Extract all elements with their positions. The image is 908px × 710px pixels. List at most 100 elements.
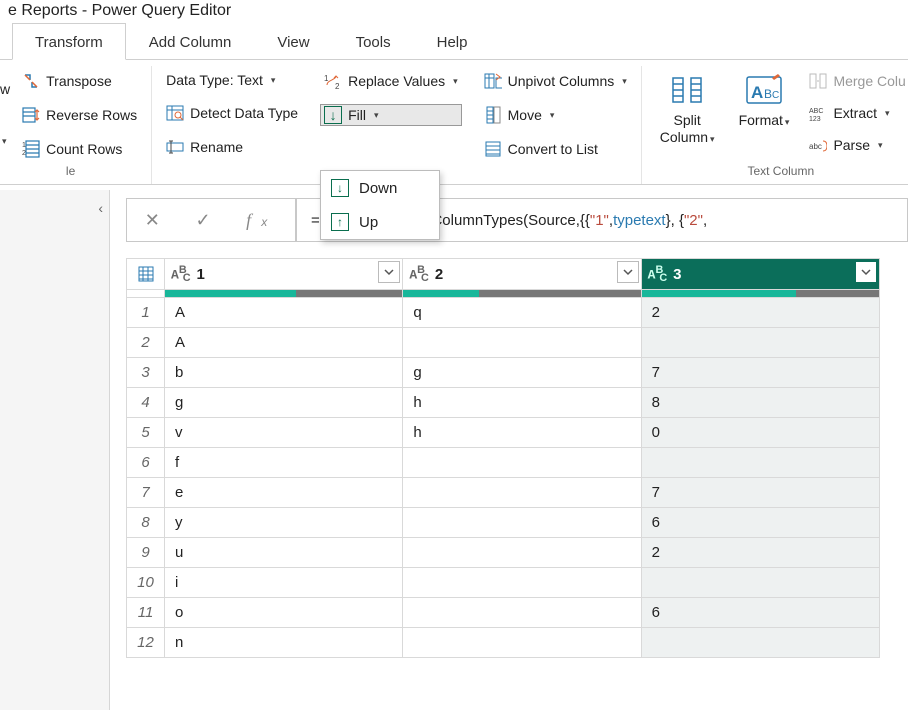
cell[interactable] xyxy=(403,598,641,628)
extract-button[interactable]: ABC123 Extract xyxy=(805,102,908,124)
accept-formula-icon[interactable]: ✓ xyxy=(185,210,220,231)
unpivot-columns-button[interactable]: Unpivot Columns xyxy=(480,70,631,92)
row-number[interactable]: 5 xyxy=(127,418,165,448)
cell[interactable] xyxy=(641,328,879,358)
row-number[interactable]: 6 xyxy=(127,448,165,478)
format-button[interactable]: ABC Format xyxy=(731,68,798,160)
cell[interactable]: 2 xyxy=(641,298,879,328)
table-row[interactable]: 12n xyxy=(127,628,880,658)
cell[interactable]: y xyxy=(165,508,403,538)
collapse-pane-icon[interactable]: ‹ xyxy=(98,200,103,216)
cell[interactable]: u xyxy=(165,538,403,568)
merge-columns-button[interactable]: Merge Colu xyxy=(805,70,908,92)
cell[interactable]: 7 xyxy=(641,358,879,388)
table-row[interactable]: 6f xyxy=(127,448,880,478)
fill-up-item[interactable]: ↑ Up xyxy=(321,205,439,239)
tab-view[interactable]: View xyxy=(254,23,332,60)
cell[interactable]: h xyxy=(403,388,641,418)
table-row[interactable]: 9u 2 xyxy=(127,538,880,568)
tab-help[interactable]: Help xyxy=(414,23,491,60)
cell[interactable]: 6 xyxy=(641,508,879,538)
table-row[interactable]: 4gh8 xyxy=(127,388,880,418)
tab-tools[interactable]: Tools xyxy=(333,23,414,60)
column-filter-dropdown[interactable] xyxy=(617,261,639,283)
table-row[interactable]: 1Aq2 xyxy=(127,298,880,328)
replace-values-button[interactable]: 12 Replace Values xyxy=(320,70,462,92)
cell[interactable]: A xyxy=(165,298,403,328)
table-row[interactable]: 7e7 xyxy=(127,478,880,508)
column-filter-dropdown[interactable] xyxy=(855,261,877,283)
cell[interactable] xyxy=(641,448,879,478)
type-icon[interactable]: ABC xyxy=(409,264,428,285)
type-icon[interactable]: ABC xyxy=(648,264,667,285)
cell[interactable] xyxy=(403,478,641,508)
cell[interactable]: A xyxy=(165,328,403,358)
row-number[interactable]: 7 xyxy=(127,478,165,508)
cell[interactable] xyxy=(403,628,641,658)
data-type-dropdown[interactable]: Data Type: Text xyxy=(162,70,302,90)
cell[interactable]: o xyxy=(165,598,403,628)
table-row[interactable]: 10i xyxy=(127,568,880,598)
column-filter-dropdown[interactable] xyxy=(378,261,400,283)
rename-button[interactable]: Rename xyxy=(162,136,302,158)
caret-icon[interactable] xyxy=(0,131,10,147)
cell[interactable] xyxy=(403,328,641,358)
row-number[interactable]: 4 xyxy=(127,388,165,418)
table-row[interactable]: 11o 6 xyxy=(127,598,880,628)
row-number[interactable]: 3 xyxy=(127,358,165,388)
fill-dropdown[interactable]: ↓ Fill xyxy=(320,104,462,126)
column-header-1[interactable]: ABC1 xyxy=(165,259,403,290)
cell[interactable]: e xyxy=(165,478,403,508)
type-icon[interactable]: ABC xyxy=(171,264,190,285)
cell[interactable]: 7 xyxy=(641,478,879,508)
cell[interactable]: g xyxy=(403,358,641,388)
cell[interactable]: 6 xyxy=(641,598,879,628)
count-rows-button[interactable]: 12 Count Rows xyxy=(18,138,141,160)
cell[interactable] xyxy=(403,448,641,478)
row-number[interactable]: 2 xyxy=(127,328,165,358)
row-number[interactable]: 8 xyxy=(127,508,165,538)
cell[interactable]: v xyxy=(165,418,403,448)
row-number[interactable]: 9 xyxy=(127,538,165,568)
cell[interactable] xyxy=(403,508,641,538)
row-number[interactable]: 11 xyxy=(127,598,165,628)
column-header-2[interactable]: ABC2 xyxy=(403,259,641,290)
cell[interactable] xyxy=(641,568,879,598)
table-row[interactable]: 5vh0 xyxy=(127,418,880,448)
table-icon[interactable] xyxy=(138,266,154,282)
table-row[interactable]: 8y 6 xyxy=(127,508,880,538)
cell[interactable]: 0 xyxy=(641,418,879,448)
cell[interactable]: b xyxy=(165,358,403,388)
cell[interactable]: g xyxy=(165,388,403,418)
arrow-up-icon: ↑ xyxy=(331,213,349,231)
cell[interactable]: q xyxy=(403,298,641,328)
cell[interactable]: n xyxy=(165,628,403,658)
table-row[interactable]: 2A xyxy=(127,328,880,358)
row-number[interactable]: 12 xyxy=(127,628,165,658)
column-header-3[interactable]: ABC3 xyxy=(641,259,879,290)
cell[interactable]: i xyxy=(165,568,403,598)
cell[interactable]: 8 xyxy=(641,388,879,418)
fill-down-item[interactable]: ↓ Down xyxy=(321,171,439,205)
detect-data-type-button[interactable]: Detect Data Type xyxy=(162,102,302,124)
parse-button[interactable]: abc Parse xyxy=(805,134,908,156)
row-number[interactable]: 1 xyxy=(127,298,165,328)
transpose-button[interactable]: Transpose xyxy=(18,70,141,92)
reverse-rows-button[interactable]: Reverse Rows xyxy=(18,104,141,126)
convert-to-list-button[interactable]: Convert to List xyxy=(480,138,631,160)
tab-transform[interactable]: Transform xyxy=(12,23,126,60)
cell[interactable] xyxy=(403,538,641,568)
cell[interactable]: 2 xyxy=(641,538,879,568)
fx-icon[interactable]: fx xyxy=(236,210,287,231)
split-column-button[interactable]: SplitColumn xyxy=(652,68,723,160)
tab-add-column[interactable]: Add Column xyxy=(126,23,255,60)
cancel-formula-icon[interactable]: ✕ xyxy=(135,210,170,231)
cell[interactable]: h xyxy=(403,418,641,448)
move-button[interactable]: Move xyxy=(480,104,631,126)
cell[interactable] xyxy=(403,568,641,598)
grid-corner[interactable] xyxy=(127,259,165,290)
table-row[interactable]: 3bg7 xyxy=(127,358,880,388)
row-number[interactable]: 10 xyxy=(127,568,165,598)
cell[interactable] xyxy=(641,628,879,658)
cell[interactable]: f xyxy=(165,448,403,478)
